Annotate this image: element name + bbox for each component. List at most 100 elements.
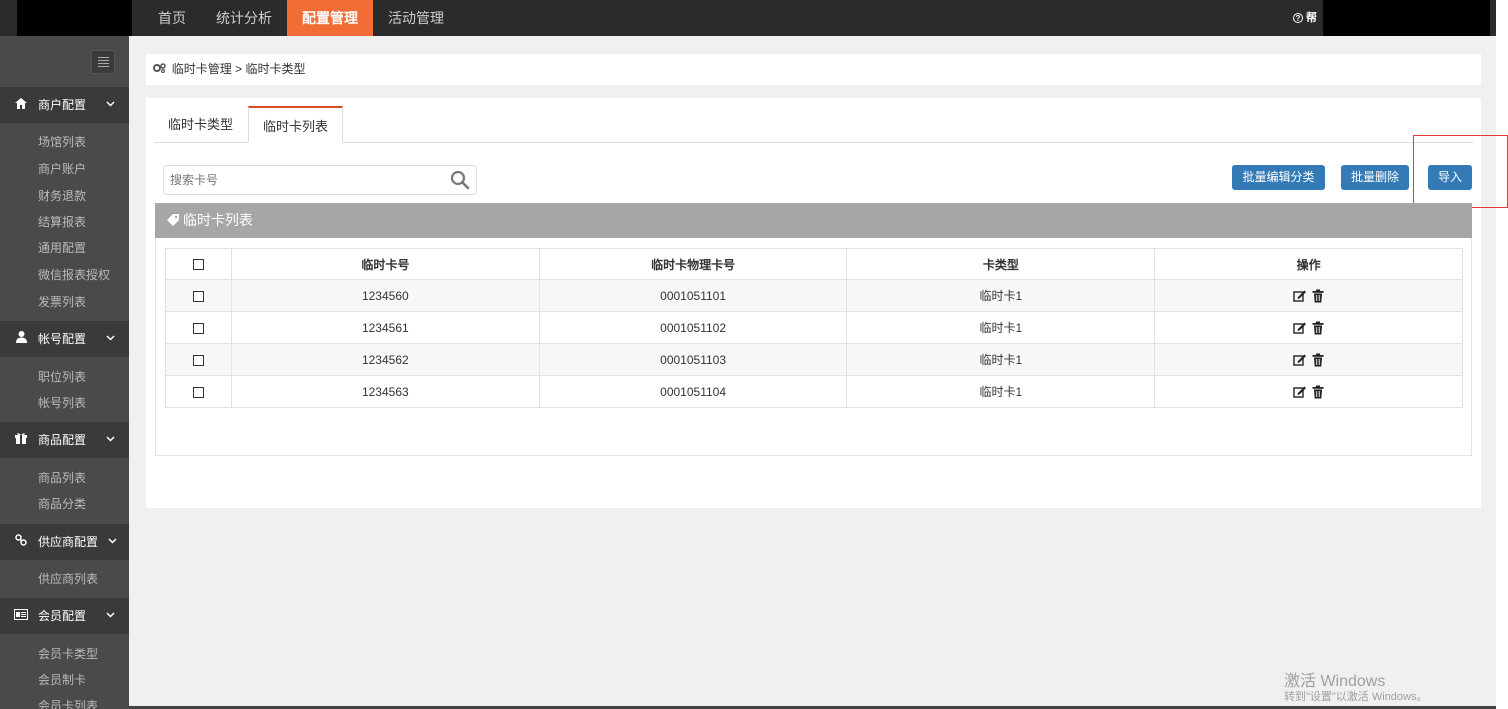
table-row: 1234560 0001051101 临时卡1 bbox=[165, 279, 1463, 312]
help-link[interactable]: ? 帮 bbox=[1293, 0, 1317, 36]
sidebar-item-supplier-list[interactable]: 供应商列表 bbox=[38, 571, 98, 587]
sidebar-item-general-config[interactable]: 通用配置 bbox=[38, 240, 86, 256]
cell-card-type: 临时卡1 bbox=[846, 343, 1156, 376]
breadcrumb-parent[interactable]: 临时卡管理 bbox=[172, 62, 232, 76]
sidebar-toggle-button[interactable] bbox=[91, 50, 115, 74]
nav-activity[interactable]: 活动管理 bbox=[373, 0, 459, 36]
edit-icon[interactable] bbox=[1292, 353, 1307, 367]
breadcrumb-current: 临时卡类型 bbox=[245, 62, 306, 76]
sidebar-item-venue-list[interactable]: 场馆列表 bbox=[38, 134, 86, 150]
sidebar-item-merchant-account[interactable]: 商户账户 bbox=[38, 161, 86, 177]
logo[interactable] bbox=[17, 0, 132, 36]
sidebar-group-member[interactable]: 会员配置 bbox=[0, 598, 129, 634]
edit-icon[interactable] bbox=[1292, 289, 1307, 303]
column-header-actions: 操作 bbox=[1154, 248, 1463, 280]
sidebar-item-wechat-auth[interactable]: 微信报表授权 bbox=[38, 267, 110, 283]
column-header-physical-no: 临时卡物理卡号 bbox=[538, 248, 848, 280]
row-checkbox[interactable] bbox=[192, 322, 204, 334]
edit-icon[interactable] bbox=[1292, 385, 1307, 399]
sidebar-group-goods[interactable]: 商品配置 bbox=[0, 422, 129, 458]
trash-icon[interactable] bbox=[1311, 385, 1325, 399]
tab-temp-card-list[interactable]: 临时卡列表 bbox=[248, 106, 344, 143]
user-menu[interactable] bbox=[1323, 0, 1490, 36]
batch-delete-button[interactable]: 批量删除 bbox=[1341, 165, 1409, 190]
sidebar-item-goods-category[interactable]: 商品分类 bbox=[38, 496, 86, 512]
row-checkbox[interactable] bbox=[192, 290, 204, 302]
nav-config[interactable]: 配置管理 bbox=[287, 0, 373, 36]
tag-icon bbox=[167, 212, 183, 228]
cell-card-type: 临时卡1 bbox=[846, 375, 1156, 408]
sidebar-item-invoice-list[interactable]: 发票列表 bbox=[38, 294, 86, 310]
sidebar-item-position-list[interactable]: 职位列表 bbox=[38, 369, 86, 385]
cell-actions bbox=[1154, 311, 1463, 344]
search-icon[interactable] bbox=[450, 170, 470, 190]
nav-statistics[interactable]: 统计分析 bbox=[201, 0, 287, 36]
sidebar-group-label: 帐号配置 bbox=[38, 332, 87, 346]
chevron-down-icon bbox=[106, 422, 115, 458]
trash-icon[interactable] bbox=[1311, 353, 1325, 367]
sidebar-group-supplier[interactable]: 供应商配置 bbox=[0, 524, 129, 560]
table-row: 1234563 0001051104 临时卡1 bbox=[165, 375, 1463, 408]
search-box bbox=[163, 165, 477, 195]
sidebar-group-label: 商品配置 bbox=[38, 433, 87, 447]
sidebar-item-member-card-make[interactable]: 会员制卡 bbox=[38, 672, 86, 688]
sidebar-item-refund[interactable]: 财务退款 bbox=[38, 188, 86, 204]
cell-physical-no: 0001051104 bbox=[538, 375, 848, 408]
select-all-checkbox[interactable] bbox=[192, 259, 204, 271]
user-icon bbox=[14, 321, 28, 357]
sidebar-item-goods-list[interactable]: 商品列表 bbox=[38, 470, 86, 486]
list-body: 临时卡号 临时卡物理卡号 卡类型 操作 1234560 0001051101 临… bbox=[155, 238, 1472, 456]
column-header-card-no: 临时卡号 bbox=[230, 248, 540, 280]
sidebar-group-label: 供应商配置 bbox=[38, 535, 99, 549]
trash-icon[interactable] bbox=[1311, 289, 1325, 303]
cell-card-no: 1234562 bbox=[230, 343, 540, 376]
cell-card-no: 1234563 bbox=[230, 375, 540, 408]
id-card-icon bbox=[14, 598, 28, 634]
activation-watermark-subtitle: 转到"设置"以激活 Windows。 bbox=[1284, 691, 1428, 703]
chevron-down-icon bbox=[108, 524, 117, 560]
import-highlight-box bbox=[1413, 135, 1508, 208]
select-all-cell bbox=[165, 248, 232, 280]
cell-physical-no: 0001051103 bbox=[538, 343, 848, 376]
column-header-card-type: 卡类型 bbox=[846, 248, 1156, 280]
trash-icon[interactable] bbox=[1311, 321, 1325, 335]
sidebar-group-label: 商户配置 bbox=[38, 98, 87, 112]
row-checkbox[interactable] bbox=[192, 354, 204, 366]
nav-home[interactable]: 首页 bbox=[143, 0, 201, 36]
breadcrumb: 临时卡管理 > 临时卡类型 bbox=[146, 54, 1481, 85]
tab-temp-card-type[interactable]: 临时卡类型 bbox=[154, 106, 247, 143]
sidebar-group-account[interactable]: 帐号配置 bbox=[0, 321, 129, 357]
cell-card-no: 1234560 bbox=[230, 279, 540, 312]
cell-card-type: 临时卡1 bbox=[846, 311, 1156, 344]
sidebar-item-account-list[interactable]: 帐号列表 bbox=[38, 395, 86, 411]
top-bar: 首页 统计分析 配置管理 活动管理 ? 帮 bbox=[0, 0, 1508, 36]
sidebar-item-settlement[interactable]: 结算报表 bbox=[38, 214, 86, 230]
edit-icon[interactable] bbox=[1292, 321, 1307, 335]
home-icon bbox=[14, 87, 28, 123]
link-icon bbox=[14, 524, 28, 560]
table-row: 1234561 0001051102 临时卡1 bbox=[165, 311, 1463, 344]
top-nav: 首页 统计分析 配置管理 活动管理 bbox=[143, 0, 459, 36]
chevron-down-icon bbox=[106, 598, 115, 634]
gift-icon bbox=[14, 422, 28, 458]
cell-physical-no: 0001051102 bbox=[538, 311, 848, 344]
tab-bar: 临时卡类型 临时卡列表 bbox=[154, 106, 1473, 143]
batch-edit-category-button[interactable]: 批量编辑分类 bbox=[1232, 165, 1325, 190]
row-checkbox[interactable] bbox=[192, 386, 204, 398]
card-table: 临时卡号 临时卡物理卡号 卡类型 操作 1234560 0001051101 临… bbox=[165, 248, 1463, 408]
question-icon: ? bbox=[1293, 13, 1303, 23]
cell-actions bbox=[1154, 375, 1463, 408]
sidebar-group-label: 会员配置 bbox=[38, 609, 87, 623]
search-input[interactable] bbox=[170, 166, 440, 194]
cogs-icon bbox=[153, 63, 169, 76]
cell-actions bbox=[1154, 279, 1463, 312]
cell-card-type: 临时卡1 bbox=[846, 279, 1156, 312]
list-title: 临时卡列表 bbox=[182, 212, 253, 228]
sidebar: 商户配置 场馆列表 商户账户 财务退款 结算报表 通用配置 微信报表授权 发票列… bbox=[0, 36, 129, 709]
sidebar-item-member-card-list[interactable]: 会员卡列表 bbox=[38, 698, 98, 709]
cell-actions bbox=[1154, 343, 1463, 376]
chevron-down-icon bbox=[106, 321, 115, 357]
sidebar-item-member-card-type[interactable]: 会员卡类型 bbox=[38, 646, 98, 662]
cell-card-no: 1234561 bbox=[230, 311, 540, 344]
sidebar-group-merchant[interactable]: 商户配置 bbox=[0, 87, 129, 123]
